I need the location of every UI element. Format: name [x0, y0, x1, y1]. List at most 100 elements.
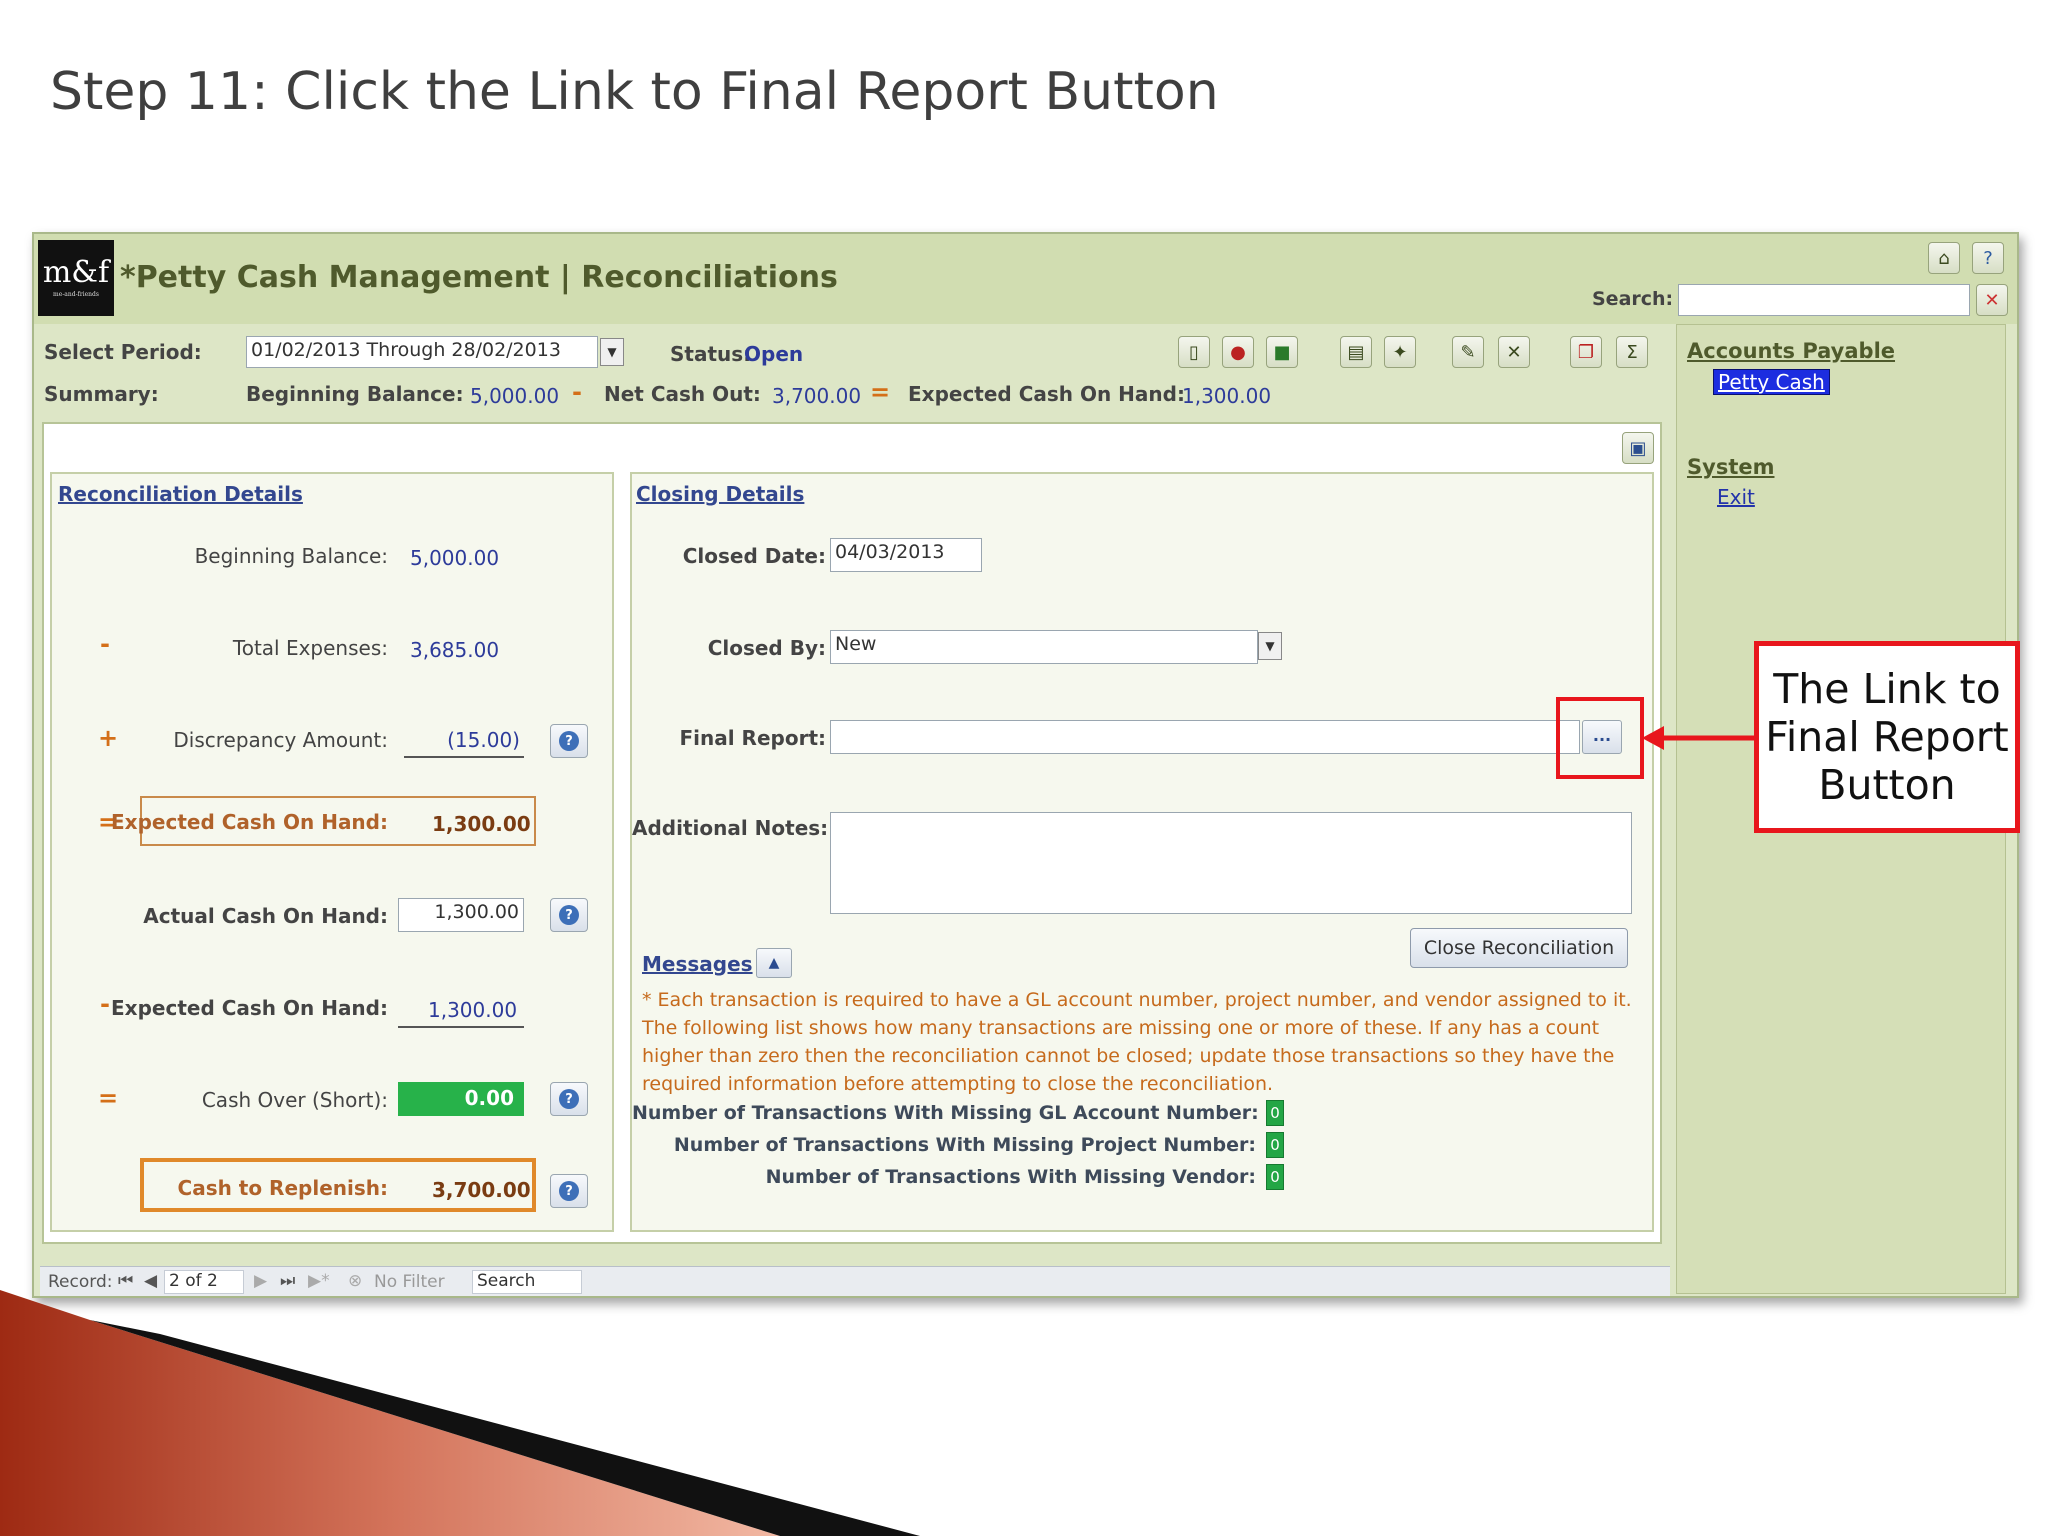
report-book-icon[interactable]: ▯ [1178, 336, 1210, 368]
messages-text: * Each transaction is required to have a… [642, 989, 1632, 1095]
nav-item-petty-cash[interactable]: Petty Cash [1713, 369, 1830, 395]
collapse-messages-icon[interactable]: ▲ [756, 948, 792, 978]
recon-label: Discrepancy Amount: [173, 728, 388, 752]
delete-icon[interactable]: ✕ [1498, 336, 1530, 368]
missing-project-count: 0 [1266, 1132, 1284, 1158]
cash-replenish-help-button[interactable]: ? [550, 1174, 588, 1208]
reconciliation-title: Reconciliation Details [58, 482, 303, 506]
search-label: Search: [1592, 288, 1674, 310]
summary-beginning-balance-value: 5,000.00 [470, 384, 560, 408]
previous-record-icon[interactable]: ◀ [144, 1271, 157, 1291]
recon-discrepancy-value[interactable]: (15.00) [404, 724, 524, 758]
recon-total-expenses-value: 3,685.00 [410, 638, 500, 662]
missing-vendor-label: Number of Transactions With Missing Vend… [765, 1166, 1256, 1188]
summary-net-cash-out-label: Net Cash Out: [604, 382, 761, 406]
filter-icon: ⊗ [348, 1271, 363, 1291]
app-window: m&f me-and-friends *Petty Cash Managemen… [32, 232, 2019, 1298]
final-report-label: Final Report: [679, 726, 826, 750]
select-period-label: Select Period: [44, 340, 202, 364]
status-label: Status: [670, 342, 752, 366]
clear-search-icon[interactable]: ✕ [1976, 284, 2008, 316]
help-icon[interactable]: ? [1972, 242, 2004, 274]
nav-section-accounts-payable[interactable]: Accounts Payable [1687, 339, 1895, 363]
new-record-icon[interactable]: ✦ [1384, 336, 1416, 368]
missing-gl-count: 0 [1266, 1100, 1284, 1126]
chart-icon[interactable]: ● [1222, 336, 1254, 368]
nav-item-exit[interactable]: Exit [1717, 485, 1755, 509]
sum-icon[interactable]: Σ [1616, 336, 1648, 368]
cash-to-replenish-value: 3,700.00 [432, 1178, 531, 1202]
missing-gl-label: Number of Transactions With Missing GL A… [632, 1102, 1259, 1124]
recon-label: Cash Over (Short): [201, 1088, 388, 1112]
discrepancy-help-button[interactable]: ? [550, 724, 588, 758]
home-icon[interactable]: ⌂ [1928, 242, 1960, 274]
closed-by-dropdown-icon[interactable]: ▼ [1258, 632, 1282, 660]
next-record-icon[interactable]: ▶ [254, 1271, 267, 1291]
recon-label: Expected Cash On Hand: [111, 996, 388, 1020]
actual-cash-input[interactable]: 1,300.00 [398, 898, 524, 932]
slide-title: Step 11: Click the Link to Final Report … [50, 62, 1219, 122]
additional-notes-textarea[interactable] [830, 812, 1632, 914]
closed-date-label: Closed Date: [682, 544, 826, 568]
additional-notes-label: Additional Notes: [632, 816, 829, 840]
no-filter-label[interactable]: No Filter [374, 1272, 445, 1292]
closed-by-label: Closed By: [707, 636, 826, 660]
closed-date-input[interactable]: 04/03/2013 [830, 538, 982, 572]
closed-by-combobox[interactable]: New [830, 630, 1258, 664]
spreadsheet-icon[interactable]: ■ [1266, 336, 1298, 368]
record-label: Record: [48, 1272, 113, 1292]
recon-beginning-balance-value: 5,000.00 [410, 546, 500, 570]
recon-label: Actual Cash On Hand: [143, 904, 388, 928]
last-record-icon[interactable]: ⏭ [280, 1271, 295, 1291]
save-icon[interactable]: ▣ [1622, 432, 1654, 464]
cash-over-help-button[interactable]: ? [550, 1082, 588, 1116]
slide-decoration [0, 1290, 920, 1536]
recon-expected-cash-value: 1,300.00 [432, 812, 531, 836]
final-report-input[interactable] [830, 720, 1580, 754]
help-icon: ? [559, 1181, 579, 1201]
close-reconciliation-button[interactable]: Close Reconciliation [1410, 928, 1628, 968]
recon-label: Total Expenses: [232, 636, 388, 660]
app-logo: m&f me-and-friends [38, 240, 114, 316]
status-value: Open [744, 342, 804, 366]
summary-expected-cash-value: 1,300.00 [1182, 384, 1272, 408]
actual-cash-help-button[interactable]: ? [550, 898, 588, 932]
missing-project-label: Number of Transactions With Missing Proj… [673, 1134, 1256, 1156]
summary-minus-sign: - [572, 378, 582, 406]
print-icon[interactable]: ▤ [1340, 336, 1372, 368]
callout-arrow-icon [1642, 726, 1758, 750]
search-input[interactable] [1678, 284, 1970, 316]
recon-label: Expected Cash On Hand: [111, 810, 388, 834]
missing-vendor-count: 0 [1266, 1164, 1284, 1190]
messages-title: Messages [642, 952, 753, 976]
select-period-combobox[interactable]: 01/02/2013 Through 28/02/2013 [246, 336, 598, 368]
callout-text: The Link to Final Report Button [1765, 665, 2009, 809]
closing-group: Closing Details Closed Date: 04/03/2013 … [630, 472, 1654, 1232]
nav-section-system[interactable]: System [1687, 455, 1774, 479]
callout-box: The Link to Final Report Button [1754, 641, 2020, 833]
final-report-button-highlight [1556, 697, 1644, 779]
recon-label: Cash to Replenish: [177, 1176, 388, 1200]
summary-equals-sign: = [870, 378, 891, 406]
recon-label: Beginning Balance: [194, 544, 388, 568]
summary-beginning-balance-label: Beginning Balance: [246, 382, 464, 406]
cash-over-short-value: 0.00 [398, 1082, 524, 1116]
summary-expected-cash-label: Expected Cash On Hand: [908, 382, 1185, 406]
summary-label: Summary: [44, 382, 159, 406]
logo-text: m&f [42, 255, 110, 290]
reconciliation-group: Reconciliation Details Beginning Balance… [50, 472, 614, 1232]
recon-expected-cash-2-value: 1,300.00 [398, 992, 524, 1028]
help-icon: ? [559, 905, 579, 925]
new-blank-record-icon[interactable]: ▶* [308, 1271, 330, 1291]
logo-subtext: me-and-friends [53, 291, 99, 298]
first-record-icon[interactable]: ⏮ [118, 1271, 133, 1291]
help-icon: ? [559, 1089, 579, 1109]
copy-icon[interactable]: ❐ [1570, 336, 1602, 368]
edit-icon[interactable]: ✎ [1452, 336, 1484, 368]
closing-title: Closing Details [636, 482, 805, 506]
form-frame: ▣ Reconciliation Details Beginning Balan… [42, 422, 1662, 1244]
help-icon: ? [559, 731, 579, 751]
app-title: *Petty Cash Management | Reconciliations [120, 260, 838, 295]
summary-net-cash-out-value: 3,700.00 [772, 384, 862, 408]
select-period-dropdown-icon[interactable]: ▼ [600, 338, 624, 366]
